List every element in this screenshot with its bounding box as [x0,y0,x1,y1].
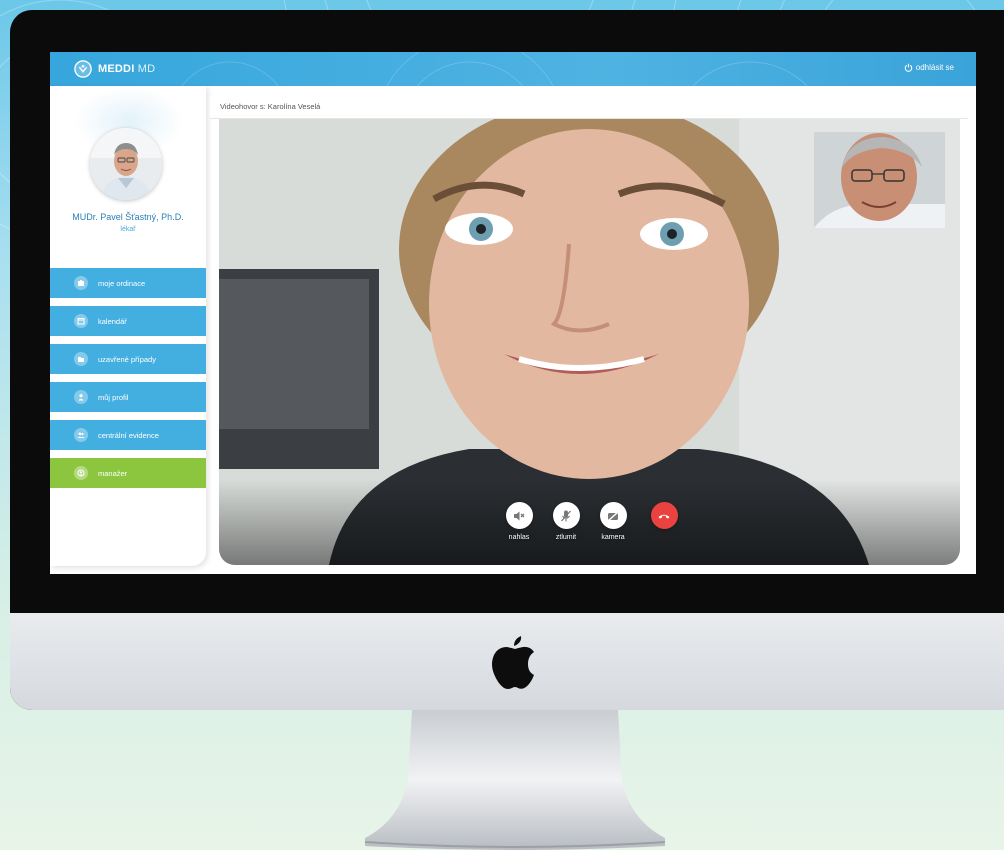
sidebar-menu: moje ordinace kalendář uzavřené případy … [50,268,206,496]
sidebar-item-label: manažer [98,468,128,478]
sidebar-item-muj-profil[interactable]: můj profil [50,382,206,412]
camera-label: kamera [601,534,625,541]
sidebar-item-manazer[interactable]: manažer [50,458,206,488]
app-brand: MEDDI MD [98,63,156,75]
mute-label: ztlumit [555,534,577,541]
top-bar: MEDDI MD odhlásit se [50,52,976,86]
meddi-logo-icon [74,60,92,78]
speaker-mute-icon [514,511,525,520]
app-screen: MEDDI MD odhlásit se MUDr. Pavel Šťastný… [50,52,976,574]
mute-control: ztlumit [549,502,583,541]
call-title: Videohovor s: Karolína Veselá [220,102,321,111]
sidebar-item-kalendar[interactable]: kalendář [50,306,206,336]
mute-button[interactable] [552,502,580,529]
power-icon [904,63,913,72]
app-logo[interactable]: MEDDI MD [74,60,155,78]
sidebar-item-centralni-evidence[interactable]: centrální evidence [50,420,206,450]
camera-button[interactable] [599,502,627,529]
sidebar-item-label: moje ordinace [98,278,146,288]
camera-control: kamera [596,502,630,541]
folder-icon [74,352,88,366]
call-header: Videohovor s: Karolína Veselá [210,96,968,119]
hangup-phone-icon [658,514,670,518]
users-icon [74,428,88,442]
doctor-name: MUDr. Pavel Šťastný, Ph.D. [72,212,184,222]
speaker-button[interactable] [505,502,533,529]
hangup-control [647,502,681,529]
sidebar-item-label: kalendář [98,316,127,326]
clinic-icon [74,276,88,290]
sidebar-item-uzavrene-pripady[interactable]: uzavřené případy [50,344,206,374]
video-feed[interactable]: nahlas ztlumit kamera [219,119,960,565]
speaker-control: nahlas [502,502,536,541]
calendar-icon [74,314,88,328]
user-icon [74,390,88,404]
manager-icon [74,466,88,480]
avatar[interactable] [90,128,162,200]
apple-logo-icon [492,636,534,689]
logout-button[interactable]: odhlásit se [904,63,954,72]
sidebar-item-label: centrální evidence [98,430,159,440]
doctor-self-video [814,132,945,228]
camera-off-icon [607,510,619,522]
monitor-stand [364,710,666,850]
sidebar-item-moje-ordinace[interactable]: moje ordinace [50,268,206,298]
speaker-label: nahlas [508,534,530,541]
hangup-button[interactable] [650,502,678,529]
logout-label: odhlásit se [915,63,954,72]
topbar-pattern [181,52,808,86]
self-view[interactable] [814,132,945,228]
sidebar: MUDr. Pavel Šťastný, Ph.D. lékař moje or… [50,86,206,566]
sidebar-item-label: můj profil [98,392,129,402]
doctor-role: lékař [120,226,136,233]
doctor-photo [90,128,162,200]
call-controls: nahlas ztlumit kamera [219,502,960,552]
microphone-off-icon [561,510,571,521]
sidebar-item-label: uzavřené případy [98,354,156,364]
